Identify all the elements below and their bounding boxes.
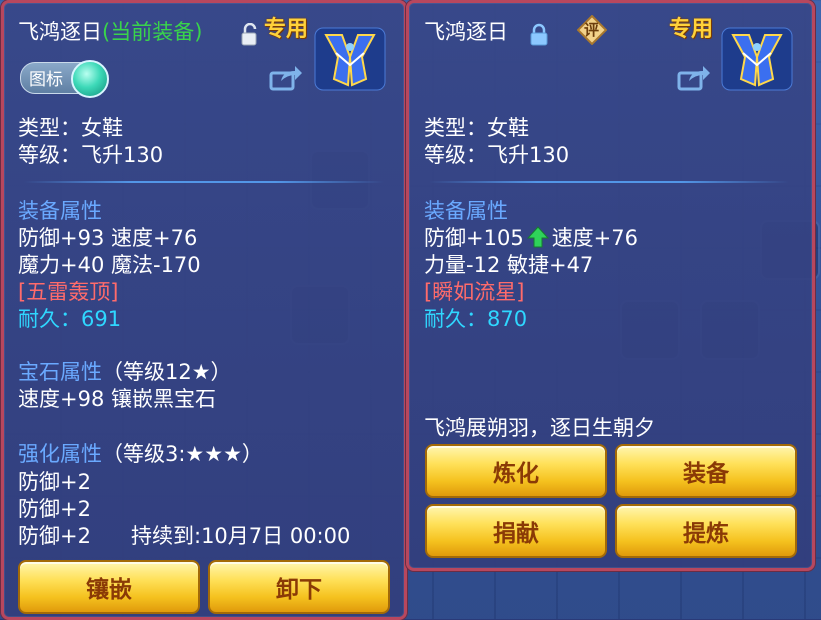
gem-header-row: 宝石属性（等级12★）: [18, 359, 232, 385]
attributes-line: 力量-12 敏捷+47: [424, 253, 594, 277]
boots-item-icon[interactable]: [721, 27, 793, 91]
item-level: 等级：飞升130: [424, 143, 570, 167]
donate-button[interactable]: 捐献: [425, 504, 607, 558]
rating-badge-label: 评: [584, 21, 600, 39]
item-type: 类型：女鞋: [18, 116, 123, 140]
exclusive-label: 专用: [264, 17, 309, 42]
attributes-line: 防御+93 速度+76: [18, 226, 198, 250]
compare-equipment-tooltip: 飞鸿逐日 评 专用 类型：女鞋 等级：飞升130 装备属性 防御+105 速度+7…: [406, 0, 815, 571]
unequip-button[interactable]: 卸下: [208, 560, 390, 614]
toggle-knob-icon: [71, 60, 109, 98]
speed-value: 速度+76: [551, 226, 639, 250]
durability: 耐久：691: [18, 307, 122, 331]
enhance-header: 强化属性: [18, 442, 102, 466]
defense-value: 防御+105: [424, 226, 524, 250]
gem-level: （等级12★）: [102, 360, 232, 384]
rating-badge-icon[interactable]: 评: [576, 14, 608, 46]
enhance-line: 防御+2: [18, 470, 91, 494]
current-equipment-tooltip: 飞鸿逐日(当前装备) 专用 图标 类型：女鞋 等级：飞升130 装备属性 防御+…: [1, 0, 407, 620]
gem-line: 速度+98 镶嵌黑宝石: [18, 387, 216, 411]
lock-closed-icon[interactable]: [529, 23, 549, 47]
item-level: 等级：飞升130: [18, 143, 164, 167]
durability: 耐久：870: [424, 307, 528, 331]
refine-button[interactable]: 炼化: [425, 444, 607, 498]
share-icon[interactable]: [269, 63, 303, 91]
share-icon[interactable]: [677, 63, 711, 91]
extract-button[interactable]: 提炼: [615, 504, 797, 558]
enhance-header-row: 强化属性（等级3:★★★）: [18, 441, 263, 467]
arrow-up-icon: [526, 226, 549, 248]
special-skill: [五雷轰顶]: [18, 280, 119, 304]
section-divider: [24, 181, 384, 183]
icon-toggle[interactable]: 图标: [20, 60, 109, 98]
enhance-line: 防御+2: [18, 524, 91, 548]
lock-open-icon[interactable]: [240, 23, 260, 47]
attributes-header: 装备属性: [18, 199, 102, 223]
boots-item-icon[interactable]: [314, 27, 386, 91]
enhance-line: 防御+2: [18, 497, 91, 521]
attributes-header: 装备属性: [424, 199, 508, 223]
equipped-tag: (当前装备): [102, 20, 203, 44]
icon-toggle-label: 图标: [29, 70, 63, 90]
exclusive-label: 专用: [669, 17, 714, 42]
attributes-line: 魔力+40 魔法-170: [18, 253, 201, 277]
item-name: 飞鸿逐日: [424, 20, 508, 44]
gem-header: 宝石属性: [18, 360, 102, 384]
section-divider: [429, 181, 789, 183]
enhance-level: （等级3:★★★）: [102, 442, 263, 466]
special-skill: [瞬如流星]: [424, 280, 525, 304]
equip-button[interactable]: 装备: [615, 444, 797, 498]
enhance-duration: 持续到:10月7日 00:00: [131, 524, 351, 548]
flavor-text: 飞鸿展朔羽，逐日生朝夕: [424, 416, 655, 440]
item-type: 类型：女鞋: [424, 116, 529, 140]
item-title: 飞鸿逐日(当前装备): [18, 19, 202, 45]
attributes-line: 防御+105 速度+76: [424, 225, 638, 251]
inlay-button[interactable]: 镶嵌: [18, 560, 200, 614]
item-name: 飞鸿逐日: [18, 20, 102, 44]
